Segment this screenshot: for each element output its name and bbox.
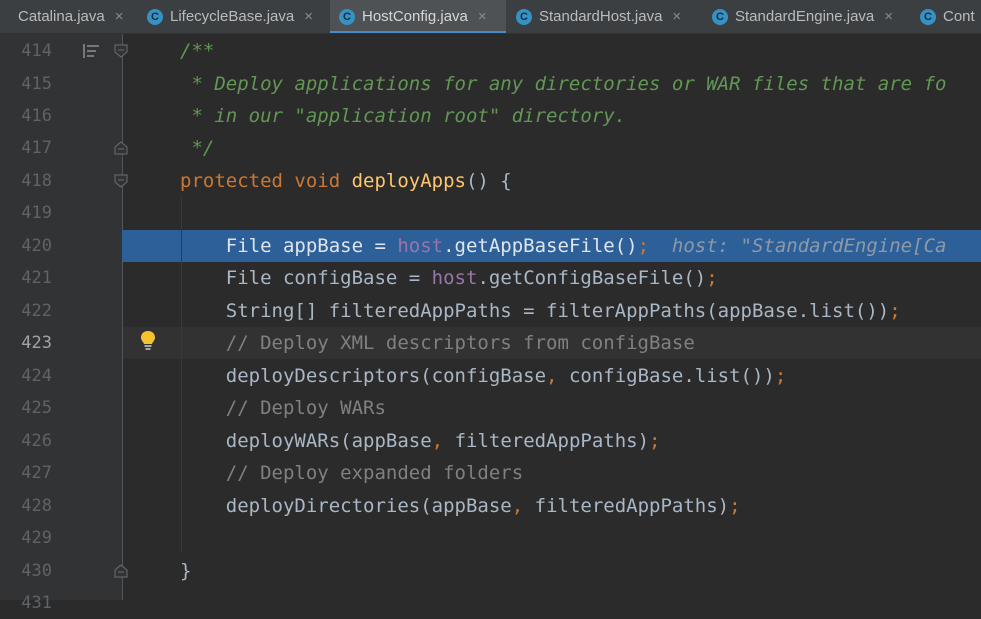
close-icon[interactable]: × [478, 8, 487, 25]
semicolon: ; [729, 495, 741, 517]
fold-marker-icon[interactable] [114, 174, 128, 188]
code-text: String[] filteredAppPaths = filterAppPat… [180, 300, 890, 322]
tab-hostconfig-java[interactable]: C HostConfig.java × [330, 0, 506, 33]
line-number[interactable]: 428 [0, 490, 52, 522]
comma: , [431, 430, 455, 452]
code-line-425[interactable]: // Deploy WARs [180, 392, 386, 424]
line-number-current[interactable]: 423 [0, 327, 52, 359]
doc-comment: /** [180, 40, 215, 62]
line-number[interactable]: 416 [0, 100, 52, 132]
code-text: File appBase = [180, 235, 398, 257]
semicolon: ; [706, 267, 718, 289]
code-text: () { [465, 170, 512, 192]
close-icon[interactable]: × [115, 8, 124, 25]
line-number[interactable]: 421 [0, 262, 52, 294]
line-number[interactable]: 419 [0, 197, 52, 229]
code-text: .getConfigBaseFile() [477, 267, 707, 289]
class-c-icon: C [516, 8, 532, 25]
inline-debug-value[interactable]: host: "StandardEngine[Ca [649, 235, 947, 257]
class-c-icon: C [920, 8, 936, 25]
tab-label: StandardHost.java [539, 8, 663, 25]
tab-standardengine-java[interactable]: C StandardEngine.java × [704, 0, 914, 33]
line-number[interactable]: 425 [0, 392, 52, 424]
code-text: deployWARs(appBase [180, 430, 432, 452]
comma: , [546, 365, 569, 387]
close-icon[interactable]: × [304, 8, 313, 25]
line-number[interactable]: 415 [0, 68, 52, 100]
line-comment: // Deploy WARs [180, 397, 386, 419]
line-number[interactable]: 426 [0, 425, 52, 457]
line-number[interactable]: 422 [0, 295, 52, 327]
field-ref: host [431, 267, 478, 289]
class-c-icon: C [147, 8, 163, 25]
code-line-422[interactable]: String[] filteredAppPaths = filterAppPat… [180, 295, 901, 327]
line-number[interactable]: 414 [0, 35, 52, 67]
code-line-424[interactable]: deployDescriptors(configBase, configBase… [180, 360, 787, 392]
semicolon: ; [649, 430, 661, 452]
code-line-420[interactable]: File appBase = host.getAppBaseFile(); ho… [180, 230, 947, 262]
code-line-417[interactable]: */ [180, 132, 214, 164]
code-text: deployDirectories(appBase [180, 495, 512, 517]
code-text: filteredAppPaths) [534, 495, 730, 517]
close-icon[interactable]: × [672, 8, 681, 25]
fold-marker-icon[interactable] [114, 564, 128, 578]
tab-catalina-java[interactable]: Catalina.java × [0, 0, 132, 33]
line-number[interactable]: 418 [0, 165, 52, 197]
semicolon: ; [637, 235, 650, 257]
code-text: .getAppBaseFile() [443, 235, 638, 257]
code-text: deployDescriptors(configBase [180, 365, 547, 387]
comma: , [511, 495, 535, 517]
line-number[interactable]: 430 [0, 555, 52, 587]
close-icon[interactable]: × [884, 8, 893, 25]
method-name: deployApps [351, 170, 466, 192]
line-number[interactable]: 431 [0, 587, 52, 619]
line-comment: // Deploy XML descriptors from configBas… [180, 332, 695, 354]
doc-comment: * Deploy applications for any directorie… [180, 73, 947, 95]
line-number[interactable]: 429 [0, 522, 52, 554]
line-number[interactable]: 417 [0, 132, 52, 164]
code-line-415[interactable]: * Deploy applications for any directorie… [180, 68, 946, 100]
editor-tab-bar: Catalina.java × C LifecycleBase.java × C… [0, 0, 981, 34]
line-number[interactable]: 424 [0, 360, 52, 392]
fold-marker-icon[interactable] [114, 44, 128, 58]
code-line-426[interactable]: deployWARs(appBase, filteredAppPaths); [180, 425, 661, 457]
line-number[interactable]: 420 [0, 230, 52, 262]
line-number[interactable]: 427 [0, 457, 52, 489]
doc-comment: * in our "application root" directory. [180, 105, 627, 127]
tab-label: Cont [943, 8, 975, 25]
code-line-423[interactable]: // Deploy XML descriptors from configBas… [180, 327, 695, 359]
tab-cont-truncated[interactable]: C Cont [914, 0, 981, 33]
code-text: File configBase = [180, 267, 432, 289]
tab-label: Catalina.java [18, 8, 105, 25]
code-line-414[interactable]: /** [180, 35, 214, 67]
tab-standardhost-java[interactable]: C StandardHost.java × [508, 0, 702, 33]
line-comment: // Deploy expanded folders [180, 462, 524, 484]
code-line-430[interactable]: } [180, 555, 191, 587]
tab-label: LifecycleBase.java [170, 8, 295, 25]
semicolon: ; [889, 300, 901, 322]
code-line-416[interactable]: * in our "application root" directory. [180, 100, 626, 132]
doc-render-icon[interactable] [82, 43, 100, 59]
code-line-428[interactable]: deployDirectories(appBase, filteredAppPa… [180, 490, 741, 522]
tab-lifecyclebase-java[interactable]: C LifecycleBase.java × [138, 0, 326, 33]
intention-bulb-icon[interactable] [139, 330, 157, 352]
fold-marker-icon[interactable] [114, 141, 128, 155]
class-c-icon: C [712, 8, 728, 25]
code-line-418[interactable]: protected void deployApps() { [180, 165, 512, 197]
fold-guide-line [122, 34, 123, 600]
field-ref: host [397, 235, 444, 257]
tab-label: HostConfig.java [362, 8, 468, 25]
doc-comment: */ [180, 137, 215, 159]
code-text: configBase.list()) [568, 365, 775, 387]
code-line-427[interactable]: // Deploy expanded folders [180, 457, 523, 489]
semicolon: ; [774, 365, 787, 387]
code-text: } [180, 560, 192, 582]
tab-label: StandardEngine.java [735, 8, 875, 25]
code-text: filteredAppPaths) [454, 430, 650, 452]
code-line-421[interactable]: File configBase = host.getConfigBaseFile… [180, 262, 718, 294]
keyword: protected void [180, 170, 352, 192]
class-c-icon: C [339, 8, 355, 25]
